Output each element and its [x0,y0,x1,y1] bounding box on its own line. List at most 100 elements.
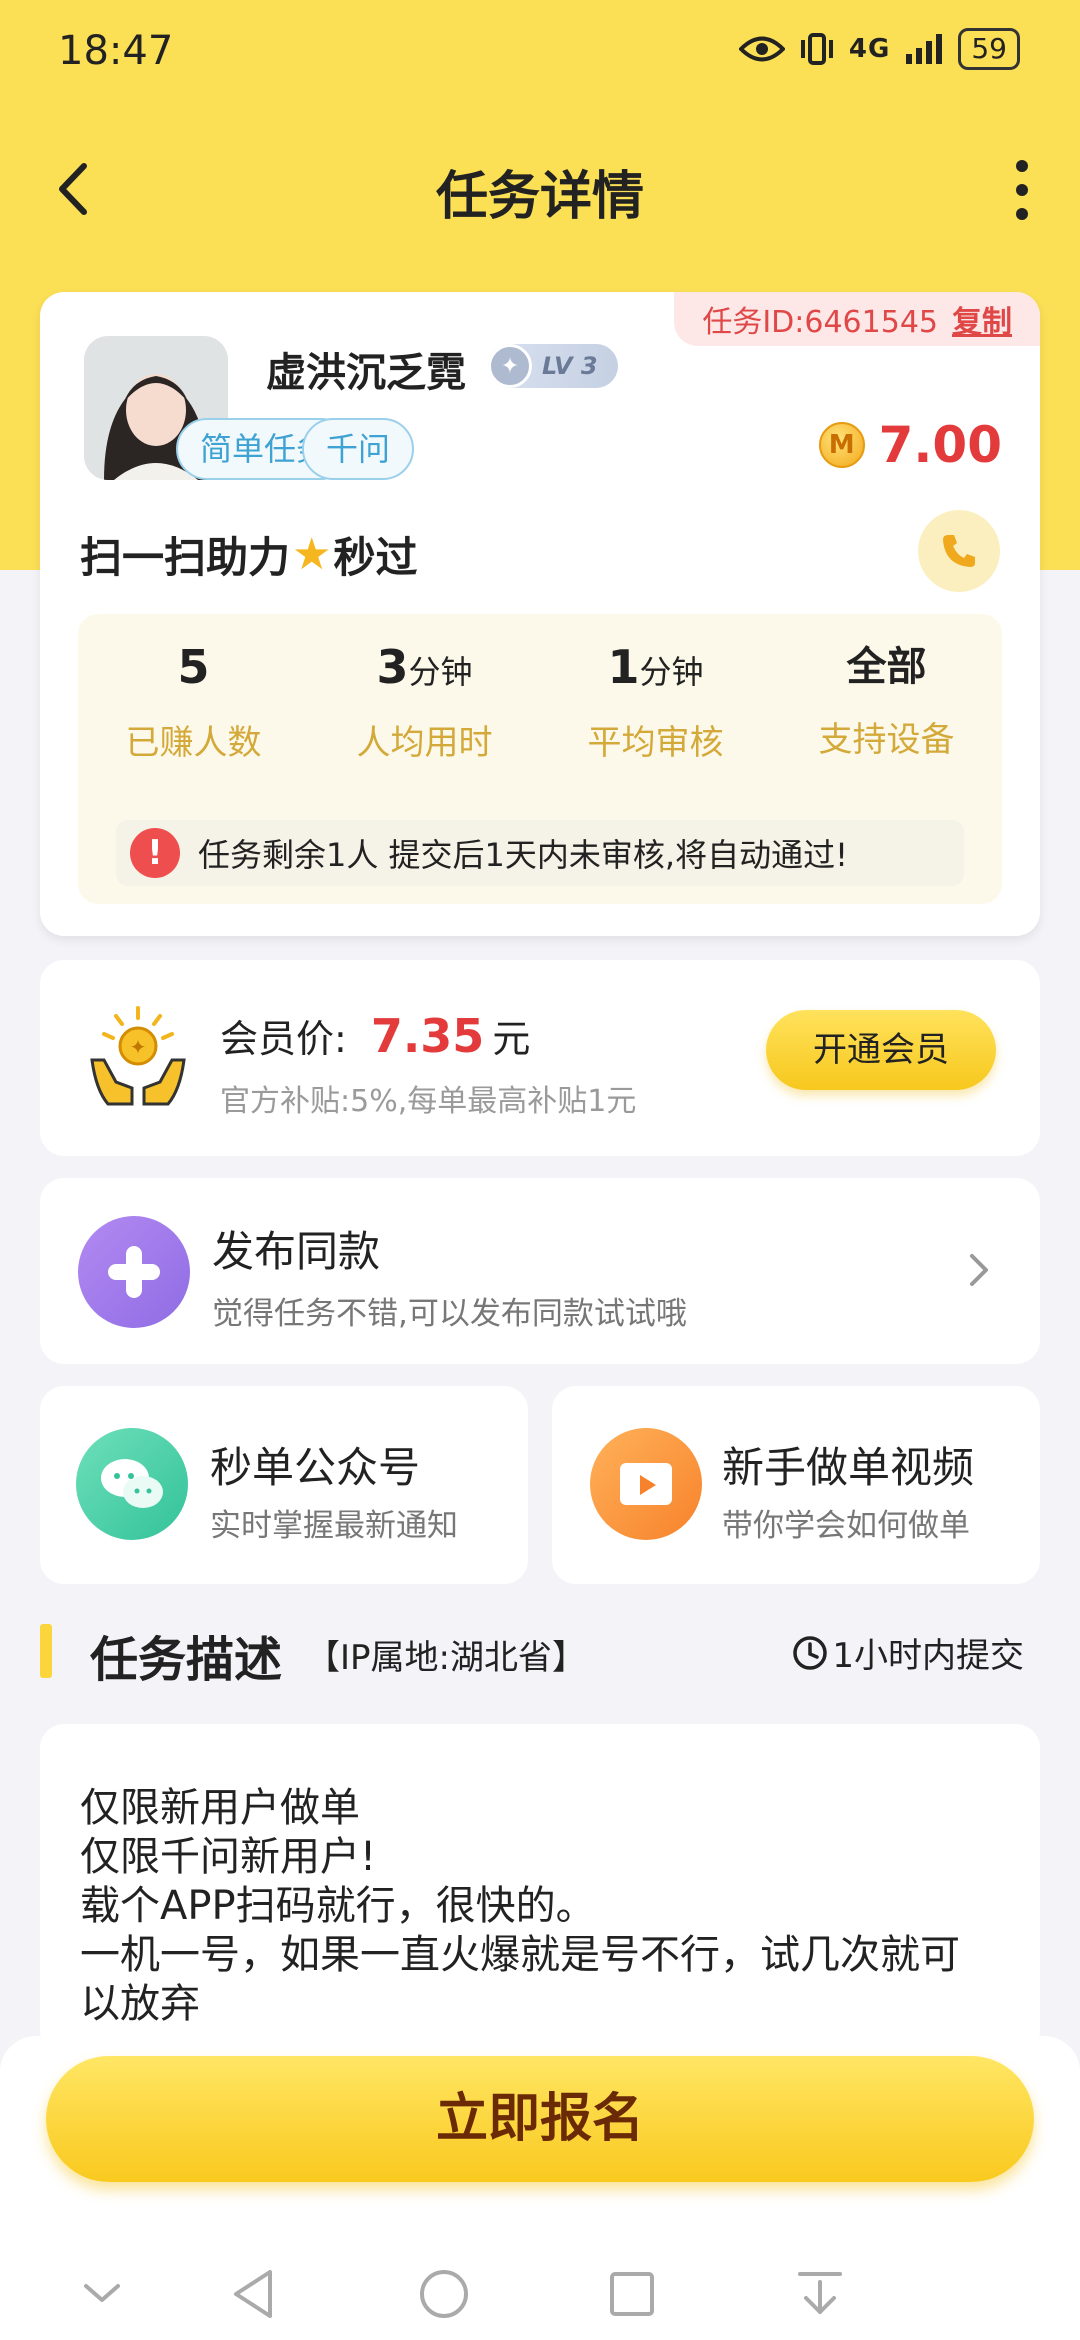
stat-number: 全部 [846,644,927,690]
ip-location: 【IP属地:湖北省】 [306,1638,586,1678]
description-title: 任务描述 [90,1632,283,1688]
stat-value: 5 [78,636,309,703]
description-line: 一机一号，如果一直火爆就是号不行，试几次就可 [80,1932,960,1978]
description-text: 仅限新用户做单 仅限千问新用户! 载个APP扫码就行，很快的。 一机一号，如果一… [80,1784,1020,2029]
level-badge: ✦ LV 3 [488,344,618,388]
description-card: 仅限新用户做单 仅限千问新用户! 载个APP扫码就行，很快的。 一机一号，如果一… [40,1724,1040,2054]
stat-review-time: 1分钟 平均审核 [540,636,771,764]
publish-same-card[interactable]: 发布同款 觉得任务不错,可以发布同款试试哦 [40,1178,1040,1364]
level-text: LV 3 [542,352,598,380]
chevron-right-icon [970,1254,988,1286]
more-options-button[interactable] [1002,158,1042,222]
description-line: 以放弃 [80,1981,200,2027]
svg-text:✦: ✦ [130,1035,147,1059]
clock-icon [793,1635,828,1670]
eye-icon [738,36,785,62]
description-line: 仅限新用户做单 [80,1785,360,1831]
section-accent-bar [40,1624,52,1678]
task-tag: 千问 [302,418,415,480]
battery-level: 59 [958,28,1020,70]
app-header: 任务详情 [0,140,1080,240]
task-title: 扫一扫助力 ★ 秒过 [80,524,417,585]
stat-earned: 5 已赚人数 [78,636,309,764]
video-glyph [620,1463,672,1505]
open-membership-button[interactable]: 开通会员 [766,1010,996,1090]
stat-label: 支持设备 [818,720,955,760]
nav-pulldown-icon[interactable] [790,2264,850,2324]
task-id: 任务ID:6461545 [702,305,938,340]
stat-unit: 分钟 [408,653,473,691]
member-price-unit: 元 [492,1017,531,1061]
nav-recents-icon[interactable] [602,2264,662,2324]
stat-number: 1 [607,640,640,694]
contact-phone-button[interactable] [918,510,1000,592]
reward: M 7.00 [818,416,1002,474]
member-price-label: 会员价: [220,1017,347,1061]
video-icon [590,1428,702,1540]
more-dot [1016,184,1028,196]
copy-id-button[interactable]: 复制 [952,297,1012,341]
stat-value: 1分钟 [540,636,771,703]
stat-label: 平均审核 [587,723,724,763]
signup-button[interactable]: 立即报名 [46,2056,1034,2182]
collapse-nav-icon[interactable] [72,2264,132,2324]
publish-title: 发布同款 [212,1227,381,1276]
phone-icon [943,535,975,567]
wechat-icon [76,1428,188,1540]
stat-devices: 全部 支持设备 [771,636,1002,761]
tutorial-video-card[interactable]: 新手做单视频 带你学会如何做单 [552,1386,1040,1584]
stat-number: 3 [376,640,409,694]
page-title: 任务详情 [435,167,644,227]
submit-deadline: 1小时内提交 [792,1628,1024,1677]
more-vertical-icon [1016,160,1028,172]
member-price-card: ✦ 会员价: 7.35 元 官方补贴:5%,每单最高补贴1元 开通会员 [40,960,1040,1156]
bottom-action-bar: 立即报名 [0,2036,1080,2340]
notice-text: 任务剩余1人 提交后1天内未审核,将自动通过! [198,836,848,874]
deadline-text: 1小时内提交 [832,1636,1024,1676]
network-type: 4G [848,34,891,64]
description-line: 载个APP扫码就行，很快的。 [80,1883,596,1929]
stat-label: 已赚人数 [125,723,262,763]
task-stats: 5 已赚人数 3分钟 人均用时 1分钟 平均审核 全部 支持设备 ! 任务剩余1… [78,614,1002,904]
system-nav-bar [0,2236,1080,2336]
task-title-part2: 秒过 [333,533,418,582]
vibrate-icon [800,33,833,65]
username: 虚洪沉乏霓 [266,350,466,396]
official-account-subtitle: 实时掌握最新通知 [210,1508,458,1544]
member-price: 7.35 [370,1009,485,1063]
tutorial-subtitle: 带你学会如何做单 [722,1508,970,1544]
publish-subtitle: 觉得任务不错,可以发布同款试试哦 [212,1296,687,1332]
stat-avg-time: 3分钟 人均用时 [309,636,540,764]
task-card: 任务ID:6461545 复制 虚洪沉乏霓 ✦ LV 3 简单任务 千问 M 7… [40,292,1040,936]
stat-value: 3分钟 [309,636,540,703]
member-subtitle: 官方补贴:5%,每单最高补贴1元 [220,1084,637,1119]
alert-icon: ! [130,828,180,878]
stat-number: 5 [177,640,210,694]
status-bar: 18:47 4G 59 [0,0,1080,100]
tutorial-title: 新手做单视频 [722,1443,975,1492]
status-time: 18:47 [58,28,174,74]
medal-icon: ✦ [488,344,532,388]
reward-amount: 7.00 [878,416,1002,474]
more-dot [1016,208,1028,220]
nav-back-icon[interactable] [226,2264,286,2324]
task-id-badge: 任务ID:6461545 复制 [674,292,1040,346]
official-account-title: 秒单公众号 [210,1443,421,1492]
stat-value: 全部 [771,636,1002,700]
coin-icon: M [818,422,865,468]
task-notice: ! 任务剩余1人 提交后1天内未审核,将自动通过! [116,820,964,886]
description-line: 仅限千问新用户! [80,1834,377,1880]
member-hands-coin-icon: ✦ [90,1006,186,1106]
chat-bubbles-glyph [101,1459,163,1508]
nav-home-icon[interactable] [414,2264,474,2324]
task-title-part1: 扫一扫助力 [80,533,291,582]
signal-icon [906,34,943,64]
plus-icon [78,1216,190,1328]
status-icons: 4G 59 [738,28,1020,70]
star-icon: ★ [292,529,332,580]
stat-label: 人均用时 [356,723,493,763]
official-account-card[interactable]: 秒单公众号 实时掌握最新通知 [40,1386,528,1584]
member-price-line: 会员价: 7.35 元 [220,1008,530,1063]
plus-glyph [108,1246,160,1298]
stat-unit: 分钟 [639,653,704,691]
